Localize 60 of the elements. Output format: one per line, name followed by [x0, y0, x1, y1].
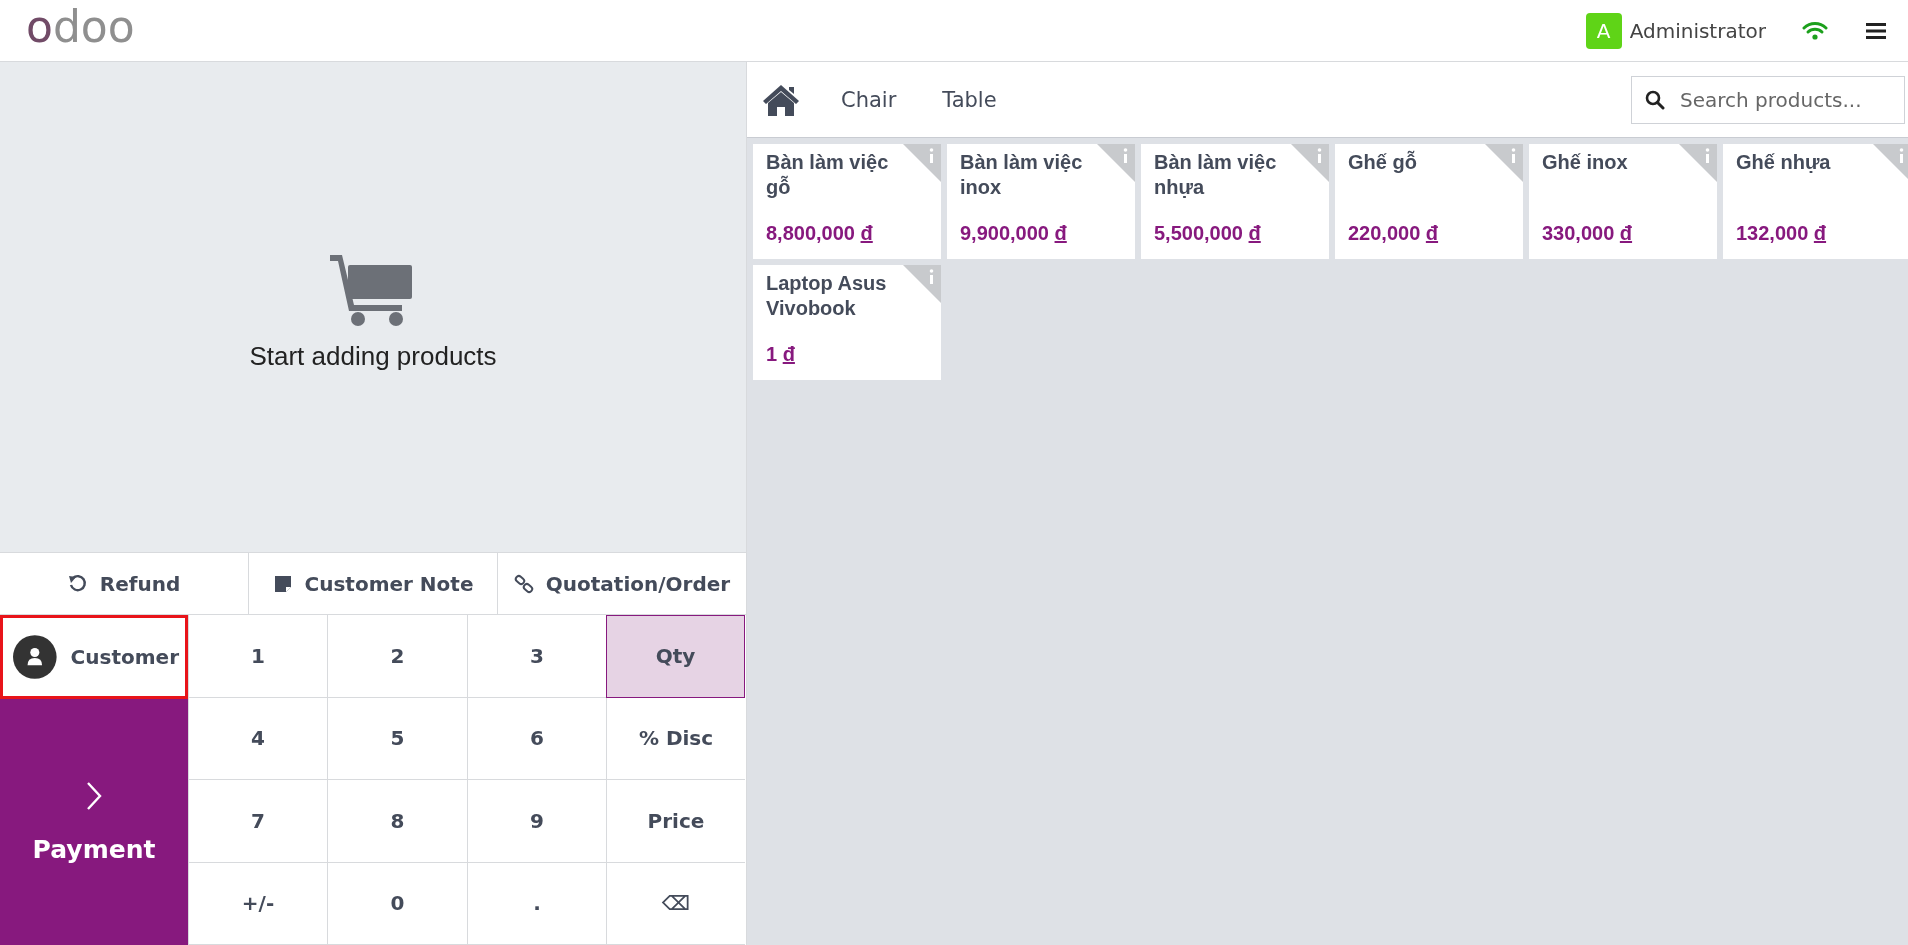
product-name: Ghế nhựa	[1736, 150, 1831, 175]
numpad-key[interactable]: 2	[327, 615, 467, 698]
product-price: 9,900,000 đ	[960, 222, 1068, 245]
product-card[interactable]: Bàn làm việc gỗ 8,800,000 đ	[753, 144, 941, 259]
product-price: 1 đ	[766, 343, 796, 366]
wifi-icon	[1802, 20, 1828, 41]
product-name: Ghế inox	[1542, 150, 1628, 175]
product-price: 8,800,000 đ	[766, 222, 874, 245]
link-icon	[513, 573, 534, 594]
empty-cart-message: Start adding products	[249, 340, 497, 372]
info-icon[interactable]	[1097, 144, 1135, 182]
numpad-key[interactable]: ⌫	[606, 862, 745, 945]
mode-key[interactable]: Price	[606, 780, 745, 863]
numpad-key[interactable]: 5	[327, 697, 467, 780]
info-icon[interactable]	[903, 265, 941, 303]
numpad-key[interactable]: 7	[188, 780, 327, 863]
person-icon	[13, 633, 57, 681]
product-card[interactable]: Bàn làm việc nhựa 5,500,000 đ	[1141, 144, 1329, 259]
numpad-key[interactable]: +/-	[188, 862, 327, 945]
info-icon[interactable]	[903, 144, 941, 182]
category-tab[interactable]: Table	[942, 87, 997, 112]
note-icon	[272, 573, 293, 594]
product-price: 220,000 đ	[1348, 222, 1440, 245]
numpad-key[interactable]: 3	[467, 615, 606, 698]
info-icon[interactable]	[1291, 144, 1329, 182]
info-icon[interactable]	[1485, 144, 1523, 182]
home-icon[interactable]	[761, 82, 801, 117]
search-icon	[1645, 89, 1665, 110]
numpad-key[interactable]: 4	[188, 697, 327, 780]
search-field[interactable]: Search products...	[1631, 75, 1905, 124]
product-name: Bàn làm việc inox	[960, 150, 1084, 200]
product-card[interactable]: Ghế nhựa 132,000 đ	[1723, 144, 1908, 259]
menu-icon[interactable]	[1866, 21, 1886, 40]
undo-icon	[67, 573, 88, 594]
category-tab[interactable]: Chair	[841, 87, 897, 112]
product-name: Laptop Asus Vivobook	[766, 271, 888, 321]
product-price: 330,000 đ	[1542, 222, 1634, 245]
product-price: 5,500,000 đ	[1154, 222, 1262, 245]
product-price: 132,000 đ	[1736, 222, 1828, 245]
logo: odoo	[26, 4, 135, 49]
product-card[interactable]: Laptop Asus Vivobook 1 đ	[753, 265, 941, 380]
numpad-key[interactable]: 6	[467, 697, 606, 780]
mode-key[interactable]: % Disc	[606, 697, 745, 780]
product-name: Bàn làm việc nhựa	[1154, 150, 1278, 200]
user-name[interactable]: Administrator	[1629, 18, 1766, 43]
product-name: Ghế gỗ	[1348, 150, 1417, 175]
mode-key[interactable]: Qty	[606, 615, 745, 698]
chevron-right-icon	[86, 780, 102, 811]
numpad-key[interactable]: .	[467, 862, 606, 945]
product-card[interactable]: Bàn làm việc inox 9,900,000 đ	[947, 144, 1135, 259]
numpad-key[interactable]: 1	[188, 615, 327, 698]
product-name: Bàn làm việc gỗ	[766, 150, 890, 200]
numpad-key[interactable]: 9	[467, 780, 606, 863]
product-card[interactable]: Ghế inox 330,000 đ	[1529, 144, 1717, 259]
info-icon[interactable]	[1679, 144, 1717, 182]
numpad-key[interactable]: 8	[327, 780, 467, 863]
customer-button[interactable]: Customer	[0, 615, 188, 699]
payment-button[interactable]: Payment	[0, 699, 188, 945]
numpad-key[interactable]: 0	[327, 862, 467, 945]
product-card[interactable]: Ghế gỗ 220,000 đ	[1335, 144, 1523, 259]
